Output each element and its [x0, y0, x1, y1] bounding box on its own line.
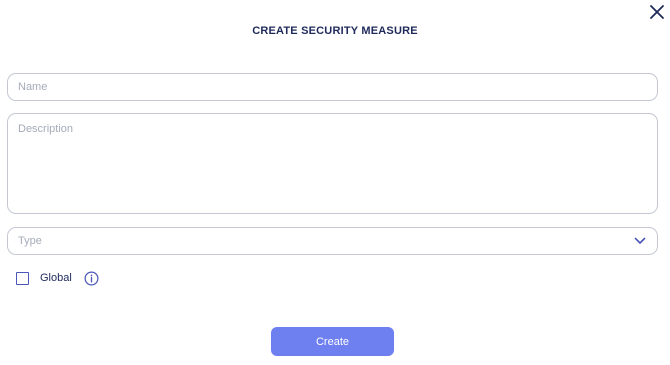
name-input[interactable] — [7, 73, 658, 101]
info-icon[interactable] — [84, 271, 99, 286]
close-icon — [650, 5, 664, 19]
create-security-measure-dialog: CREATE SECURITY MEASURE Type Global Crea… — [0, 0, 670, 365]
type-select[interactable]: Type — [7, 227, 658, 255]
chevron-down-icon — [634, 237, 646, 244]
global-label: Global — [40, 272, 72, 284]
description-input[interactable] — [7, 113, 658, 214]
dialog-title: CREATE SECURITY MEASURE — [252, 25, 418, 37]
create-button[interactable]: Create — [271, 327, 394, 356]
global-checkbox[interactable] — [16, 271, 29, 285]
global-option: Global — [16, 270, 99, 286]
type-select-placeholder: Type — [18, 235, 42, 247]
close-button[interactable] — [649, 4, 665, 20]
